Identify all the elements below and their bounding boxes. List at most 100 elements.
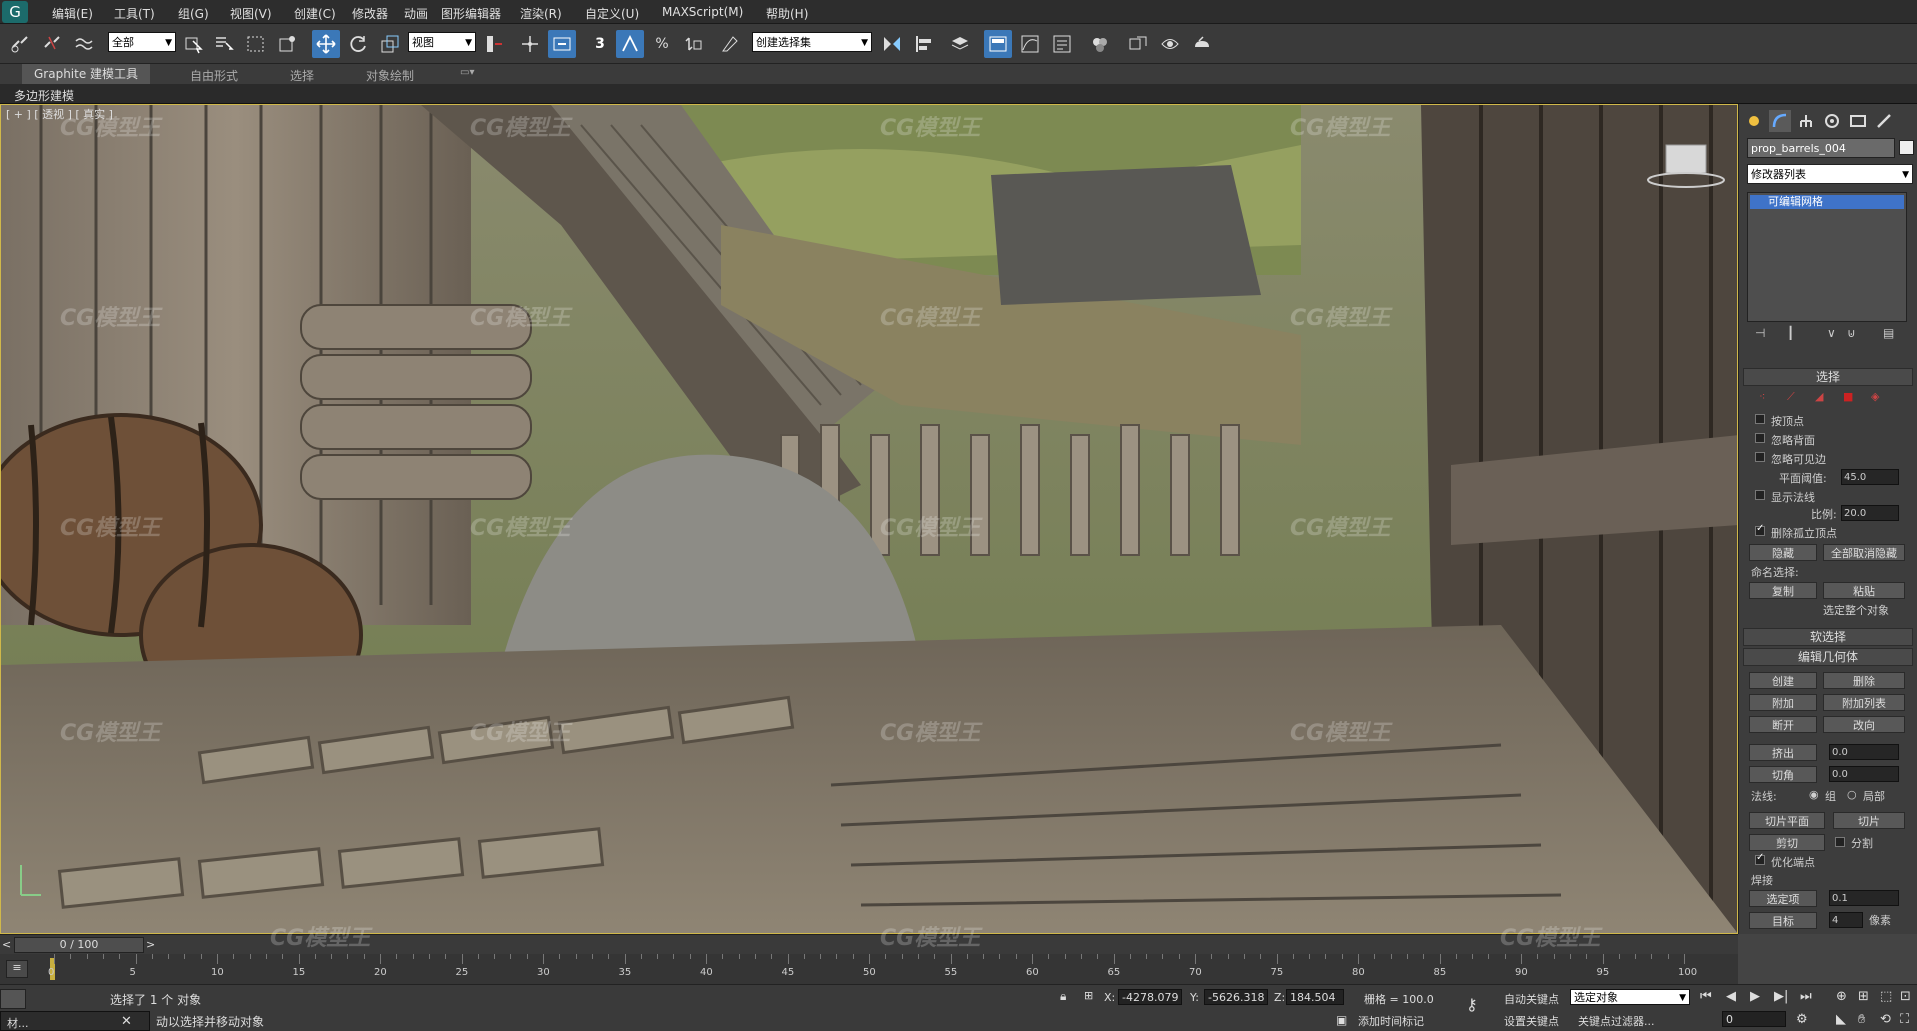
zoom-extents-all-icon[interactable]: ⊡	[1900, 989, 1911, 1004]
material-editor-icon[interactable]	[1086, 30, 1114, 58]
zoom-icon[interactable]: ⊕	[1836, 989, 1847, 1004]
align-icon[interactable]	[910, 30, 938, 58]
pivot-center-icon[interactable]	[480, 30, 508, 58]
soft-selection-rollout-header[interactable]: 软选择	[1743, 628, 1913, 646]
set-key-mode-icon[interactable]: ⚷	[1466, 995, 1478, 1014]
keyboard-shortcut-override-icon[interactable]	[548, 30, 576, 58]
render-production-icon[interactable]	[1188, 30, 1216, 58]
turn-button[interactable]: 改向	[1823, 716, 1905, 733]
schematic-view-icon[interactable]	[1048, 30, 1076, 58]
extrude-spinner[interactable]: 0.0	[1829, 744, 1899, 760]
by-vertex-checkbox[interactable]	[1755, 414, 1765, 424]
element-mode-icon[interactable]: ◈	[1871, 390, 1879, 403]
angle-snap-icon[interactable]	[616, 30, 644, 58]
time-slider[interactable]: < 0 / 100 >	[0, 934, 1738, 954]
select-scale-icon[interactable]	[376, 30, 404, 58]
remove-modifier-icon[interactable]: ⊍	[1847, 326, 1856, 340]
bind-spacewarp-icon[interactable]	[70, 30, 98, 58]
time-next-arrow[interactable]: >	[146, 938, 155, 951]
viewport-label[interactable]: [ + ] [ 透视 ] [ 真实 ]	[6, 106, 113, 122]
ignore-backfacing-checkbox[interactable]	[1755, 433, 1765, 443]
link-icon[interactable]	[6, 30, 34, 58]
selection-rollout-header[interactable]: 选择	[1743, 368, 1913, 386]
track-bar[interactable]: ≡ 0 5 10 15 20 25 30 35 40 45 50 55 60 65 70 75 80 85 90 95…	[0, 954, 1738, 984]
perspective-viewport[interactable]	[0, 104, 1738, 934]
motion-tab-icon[interactable]	[1821, 110, 1843, 132]
copy-button[interactable]: 复制	[1749, 582, 1817, 599]
menu-rendering[interactable]: 渲染(R)	[520, 5, 562, 22]
stack-item-editable-mesh[interactable]: 可编辑网格	[1750, 195, 1904, 209]
make-unique-icon[interactable]: ∨	[1827, 326, 1836, 340]
normal-local-radio[interactable]: ○	[1847, 788, 1857, 801]
pan-icon[interactable]: ✋︎	[1858, 1012, 1865, 1027]
key-selection-dropdown[interactable]: 选定对象 ▼	[1570, 989, 1690, 1005]
graphite-toggle-icon[interactable]	[984, 30, 1012, 58]
lock-selection-icon[interactable]: 🔒︎	[1060, 989, 1066, 1004]
time-slider-thumb[interactable]: 0 / 100	[14, 937, 144, 953]
add-time-tag-button[interactable]: 添加时间标记	[1358, 1013, 1424, 1029]
prev-frame-icon[interactable]: ◀	[1726, 989, 1736, 1004]
select-object-icon[interactable]	[180, 30, 208, 58]
ref-coord-dropdown[interactable]: 视图 ▼	[408, 32, 476, 52]
menu-maxscript[interactable]: MAXScript(M)	[662, 5, 743, 19]
face-mode-icon[interactable]: ◢	[1815, 390, 1823, 403]
hide-button[interactable]: 隐藏	[1749, 544, 1817, 561]
spinner-snap-icon[interactable]	[680, 30, 708, 58]
time-prev-arrow[interactable]: <	[2, 938, 11, 951]
menu-tools[interactable]: 工具(T)	[114, 5, 155, 22]
named-selection-dropdown[interactable]: 创建选择集 ▼	[752, 32, 872, 52]
selection-filter-dropdown[interactable]: 全部 ▼	[108, 32, 176, 52]
app-logo[interactable]: G	[2, 1, 28, 23]
key-filters-button[interactable]: 关键点过滤器...	[1578, 1013, 1655, 1029]
ignore-visible-edges-checkbox[interactable]	[1755, 452, 1765, 462]
select-by-name-icon[interactable]	[210, 30, 238, 58]
edge-mode-icon[interactable]: ⟋	[1787, 390, 1795, 404]
menu-edit[interactable]: 编辑(E)	[52, 5, 93, 22]
normal-group-radio[interactable]: ◉	[1809, 788, 1819, 801]
x-coord-field[interactable]: -4278.079	[1118, 989, 1182, 1005]
slice-button[interactable]: 切片	[1833, 812, 1905, 829]
weld-target-spinner[interactable]: 4	[1829, 912, 1863, 928]
render-setup-icon[interactable]	[1124, 30, 1152, 58]
menu-graph-editors[interactable]: 图形编辑器	[441, 5, 501, 22]
curve-editor-icon[interactable]	[1016, 30, 1044, 58]
refine-ends-checkbox[interactable]	[1755, 852, 1765, 865]
percent-snap-icon[interactable]: %	[648, 30, 676, 58]
window-crossing-icon[interactable]	[274, 30, 302, 58]
manipulate-icon[interactable]	[516, 30, 544, 58]
ribbon-tab-object-paint[interactable]: 对象绘制	[366, 67, 414, 84]
ribbon-tab-freeform[interactable]: 自由形式	[190, 67, 238, 84]
snap-toggle-icon[interactable]: 3	[586, 30, 614, 58]
split-checkbox[interactable]	[1835, 837, 1845, 847]
delete-button[interactable]: 删除	[1823, 672, 1905, 689]
ribbon-tab-graphite[interactable]: Graphite 建模工具	[22, 64, 151, 84]
weld-threshold-spinner[interactable]: 0.1	[1829, 890, 1899, 906]
display-tab-icon[interactable]	[1847, 110, 1869, 132]
mirror-icon[interactable]	[878, 30, 906, 58]
hierarchy-tab-icon[interactable]	[1795, 110, 1817, 132]
menu-modifiers[interactable]: 修改器	[352, 5, 388, 22]
goto-start-icon[interactable]: ⏮	[1700, 989, 1712, 1004]
chamfer-spinner[interactable]: 0.0	[1829, 766, 1899, 782]
normal-scale-spinner[interactable]: 20.0	[1841, 505, 1899, 521]
menu-group[interactable]: 组(G)	[178, 5, 209, 22]
pin-stack-icon[interactable]: ⊣	[1755, 326, 1765, 340]
menu-view[interactable]: 视图(V)	[230, 5, 272, 22]
edit-geometry-rollout-header[interactable]: 编辑几何体	[1743, 648, 1913, 666]
object-color-swatch[interactable]	[1899, 140, 1914, 155]
menu-customize[interactable]: 自定义(U)	[585, 5, 639, 22]
time-config-icon[interactable]: ⚙	[1796, 1012, 1808, 1027]
maximize-viewport-icon[interactable]: ⛶	[1900, 1012, 1909, 1027]
zoom-all-icon[interactable]: ⊞	[1858, 989, 1869, 1004]
layer-manager-icon[interactable]	[946, 30, 974, 58]
next-frame-icon[interactable]: ▶|	[1774, 989, 1788, 1004]
y-coord-field[interactable]: -5626.318	[1204, 989, 1268, 1005]
show-end-result-icon[interactable]: ┃	[1787, 326, 1794, 340]
current-frame-field[interactable]: 0	[1722, 1011, 1786, 1027]
auto-key-button[interactable]: 自动关键点	[1504, 991, 1559, 1007]
attach-list-button[interactable]: 附加列表	[1823, 694, 1905, 711]
weld-selected-button[interactable]: 选定项	[1749, 890, 1817, 907]
vertex-mode-icon[interactable]: ⁖	[1759, 390, 1765, 403]
maxscript-listener-icon[interactable]	[0, 989, 26, 1009]
cut-button[interactable]: 剪切	[1749, 834, 1825, 851]
